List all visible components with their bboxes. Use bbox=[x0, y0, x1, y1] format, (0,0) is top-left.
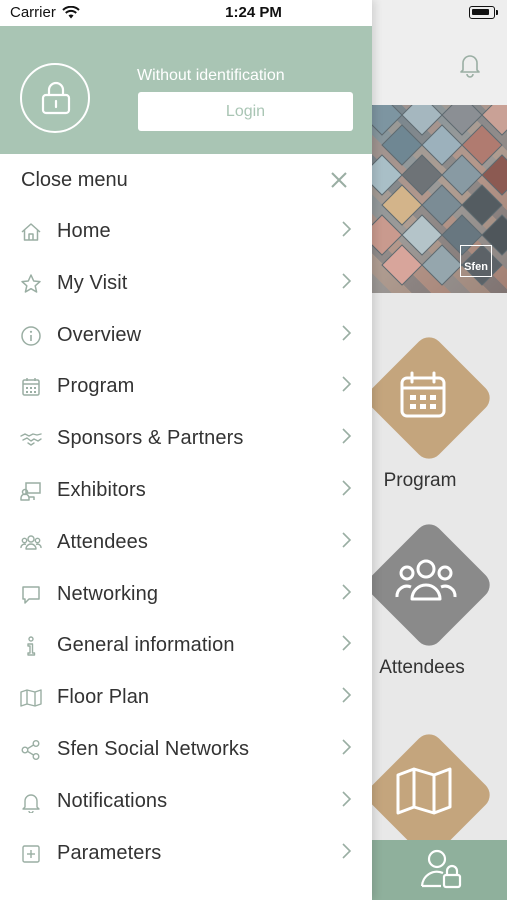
menu-item-label: Sponsors & Partners bbox=[57, 427, 244, 450]
chevron-right-icon bbox=[342, 325, 352, 341]
chevron-right-icon bbox=[342, 428, 352, 444]
menu-item-label: My Visit bbox=[57, 271, 128, 294]
close-menu-row[interactable]: Close menu bbox=[0, 154, 372, 206]
close-menu-label: Close menu bbox=[21, 169, 128, 191]
menu-item-floor-plan[interactable]: Floor Plan bbox=[0, 672, 372, 724]
chevron-right-icon bbox=[342, 480, 352, 496]
menu-item-label: Exhibitors bbox=[57, 478, 146, 501]
menu-item-overview[interactable]: Overview bbox=[0, 310, 372, 362]
menu-item-my-visit[interactable]: My Visit bbox=[0, 258, 372, 310]
calendar-icon bbox=[22, 378, 40, 397]
bell-icon[interactable] bbox=[456, 50, 484, 78]
menu-item-notifications[interactable]: Notifications bbox=[0, 776, 372, 828]
home-icon bbox=[21, 223, 41, 241]
menu-item-label: Overview bbox=[57, 323, 142, 346]
chevron-right-icon bbox=[342, 221, 352, 237]
attendees-tile-label: Attendees bbox=[379, 657, 465, 678]
plus-square-icon bbox=[22, 844, 40, 863]
lock-avatar bbox=[20, 63, 90, 133]
bell-icon bbox=[22, 794, 40, 813]
people-icon bbox=[395, 559, 457, 601]
chevron-right-icon bbox=[342, 273, 352, 289]
chevron-right-icon bbox=[342, 739, 352, 755]
close-icon[interactable] bbox=[329, 170, 349, 190]
menu-item-label: Parameters bbox=[57, 841, 162, 864]
battery-icon bbox=[469, 6, 498, 19]
background-app: Sfen Program Attendees bbox=[362, 0, 507, 900]
program-tile[interactable] bbox=[362, 331, 496, 465]
star-icon bbox=[21, 274, 41, 293]
calendar-icon bbox=[400, 371, 446, 418]
menu-item-label: Networking bbox=[57, 582, 159, 605]
menu-item-label: General information bbox=[57, 634, 235, 657]
map-icon bbox=[396, 767, 452, 815]
exhibitor-icon bbox=[20, 482, 41, 501]
lock-icon bbox=[41, 81, 71, 115]
menu-item-program[interactable]: Program bbox=[0, 361, 372, 413]
handshake-icon bbox=[20, 433, 42, 446]
map-icon bbox=[20, 689, 42, 707]
menu-item-label: Floor Plan bbox=[57, 686, 150, 709]
menu-item-social-networks[interactable]: Sfen Social Networks bbox=[0, 724, 372, 776]
menu-item-parameters[interactable]: Parameters bbox=[0, 828, 372, 880]
identification-status: Without identification bbox=[137, 67, 285, 84]
sfen-logo-badge: Sfen bbox=[460, 245, 492, 277]
status-bar: Carrier 1:24 PM bbox=[0, 0, 507, 26]
bottom-bar bbox=[372, 840, 507, 900]
chevron-right-icon bbox=[342, 376, 352, 392]
menu-item-attendees[interactable]: Attendees bbox=[0, 517, 372, 569]
chevron-right-icon bbox=[342, 687, 352, 703]
drawer-header: Without identification Login bbox=[0, 26, 372, 154]
drawer-menu: Home My Visit Overview Program Sponsors … bbox=[0, 206, 372, 879]
menu-item-label: Notifications bbox=[57, 789, 168, 812]
chevron-right-icon bbox=[342, 842, 352, 859]
chat-icon bbox=[22, 585, 40, 604]
login-button[interactable]: Login bbox=[138, 92, 353, 131]
menu-item-networking[interactable]: Networking bbox=[0, 569, 372, 621]
info-icon bbox=[21, 325, 41, 346]
menu-item-general-information[interactable]: General information bbox=[0, 620, 372, 672]
info-i-icon bbox=[27, 636, 36, 657]
chevron-right-icon bbox=[342, 584, 352, 600]
menu-item-label: Program bbox=[57, 375, 135, 398]
menu-item-label: Sfen Social Networks bbox=[57, 737, 250, 760]
chevron-right-icon bbox=[342, 791, 352, 807]
banner-image: Sfen bbox=[372, 105, 507, 293]
menu-item-exhibitors[interactable]: Exhibitors bbox=[0, 465, 372, 517]
user-lock-icon[interactable] bbox=[419, 848, 465, 890]
status-time: 1:24 PM bbox=[225, 4, 282, 21]
menu-item-label: Home bbox=[57, 220, 111, 242]
chevron-right-icon bbox=[342, 635, 352, 651]
menu-item-sponsors-partners[interactable]: Sponsors & Partners bbox=[0, 413, 372, 465]
menu-item-label: Attendees bbox=[57, 530, 148, 553]
side-drawer: Without identification Login Close menu … bbox=[0, 0, 372, 900]
share-icon bbox=[21, 739, 40, 760]
menu-item-home[interactable]: Home bbox=[0, 206, 372, 258]
attendees-tile[interactable] bbox=[362, 518, 496, 652]
program-tile-label: Program bbox=[383, 470, 457, 491]
chevron-right-icon bbox=[342, 532, 352, 548]
people-icon bbox=[20, 535, 42, 550]
